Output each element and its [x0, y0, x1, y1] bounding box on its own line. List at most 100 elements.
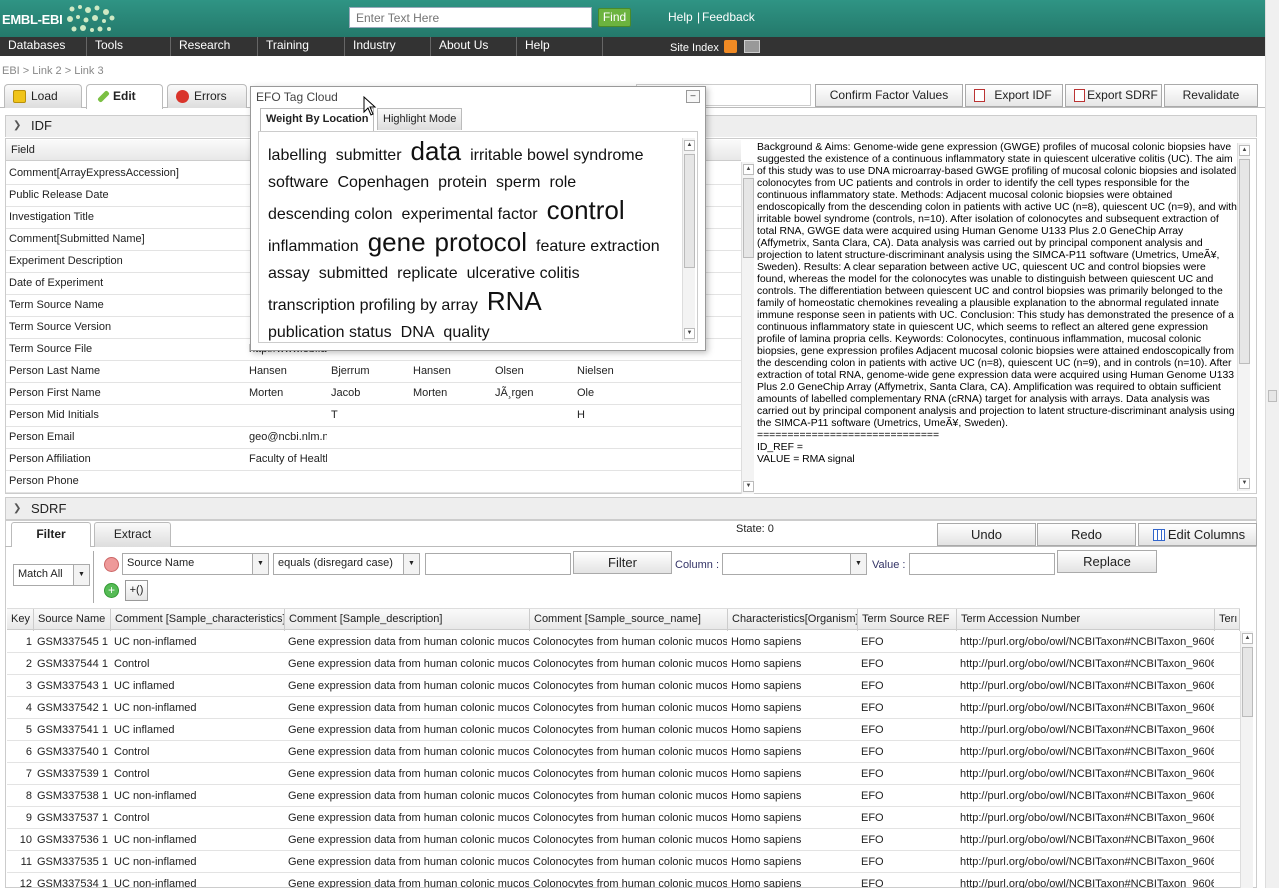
table-cell[interactable]: GSM337543 1 [37, 675, 110, 697]
scroll-up-arrow-icon[interactable]: ▲ [1239, 145, 1250, 156]
table-cell[interactable]: Colonocytes from human colonic mucosa [533, 675, 727, 697]
idf-cell[interactable]: Bjerrum [331, 361, 409, 382]
table-cell[interactable]: EFO [861, 785, 956, 807]
confirm-factor-values-button[interactable]: Confirm Factor Values [815, 84, 963, 107]
table-cell[interactable]: EFO [861, 719, 956, 741]
idf-cell[interactable]: Olsen [495, 361, 573, 382]
table-cell[interactable]: Homo sapiens [731, 697, 857, 719]
tab-extract[interactable]: Extract [94, 522, 171, 547]
idf-cell[interactable]: H [577, 405, 655, 426]
filter-button[interactable]: Filter [573, 551, 672, 574]
table-cell[interactable]: Homo sapiens [731, 653, 857, 675]
tag-item[interactable]: RNA [487, 288, 542, 314]
table-cell[interactable]: EFO [861, 741, 956, 763]
table-cell[interactable]: GSM337539 1 [37, 763, 110, 785]
tag-item[interactable]: Copenhagen [337, 170, 429, 196]
table-cell[interactable]: 6 [7, 741, 32, 763]
undo-button[interactable]: Undo [937, 523, 1036, 546]
chevron-down-icon[interactable]: ▼ [252, 554, 268, 574]
revalidate-button[interactable]: Revalidate [1164, 84, 1258, 107]
replace-column-select[interactable]: ▼ [722, 553, 867, 575]
table-cell[interactable]: Gene expression data from human colonic … [288, 829, 529, 851]
table-cell[interactable]: Colonocytes from human colonic mucosa [533, 873, 727, 888]
site-index-link[interactable]: Site Index [670, 42, 719, 54]
tag-item[interactable]: assay [268, 261, 310, 287]
column-header[interactable]: Term Accession Number [957, 609, 1215, 631]
scroll-down-arrow-icon[interactable]: ▼ [684, 328, 695, 339]
table-cell[interactable]: Homo sapiens [731, 763, 857, 785]
table-cell[interactable]: UC non-inflamed [114, 631, 284, 653]
help-link[interactable]: Help [668, 10, 693, 24]
table-cell[interactable]: Control [114, 653, 284, 675]
table-cell[interactable]: 8 [7, 785, 32, 807]
scroll-up-arrow-icon[interactable]: ▲ [684, 140, 695, 151]
idf-cell[interactable]: Faculty of Health [249, 449, 327, 470]
export-idf-button[interactable]: Export IDF [965, 84, 1063, 107]
feedback-link[interactable]: Feedback [702, 10, 755, 24]
match-mode-select[interactable]: Match All ▼ [13, 564, 90, 586]
sdrf-grid-scrollbar[interactable]: ▲ [1240, 631, 1253, 888]
table-cell[interactable]: EFO [861, 829, 956, 851]
tab-weight-by-location[interactable]: Weight By Location [260, 108, 375, 131]
table-cell[interactable]: UC inflamed [114, 719, 284, 741]
tag-item[interactable]: inflammation [268, 234, 359, 260]
table-cell[interactable]: EFO [861, 873, 956, 888]
table-cell[interactable]: http://purl.org/obo/owl/NCBITaxon#NCBITa… [960, 697, 1214, 719]
menu-research[interactable]: Research [171, 37, 258, 56]
tab-filter[interactable]: Filter [11, 522, 91, 547]
tag-item[interactable]: submitted [319, 261, 388, 287]
menu-help[interactable]: Help [517, 37, 603, 56]
table-cell[interactable]: Gene expression data from human colonic … [288, 807, 529, 829]
table-cell[interactable]: Gene expression data from human colonic … [288, 873, 529, 888]
table-cell[interactable]: Gene expression data from human colonic … [288, 675, 529, 697]
idf-cell[interactable]: Jacob [331, 383, 409, 404]
tag-item[interactable]: control [547, 197, 625, 223]
table-cell[interactable]: Gene expression data from human colonic … [288, 719, 529, 741]
table-row[interactable]: 10 GSM337536 1 UC non-inflamed Gene express… [7, 829, 1240, 851]
dialog-title[interactable]: EFO Tag Cloud [256, 90, 338, 104]
tag-item[interactable]: role [549, 170, 576, 196]
remove-filter-icon[interactable] [104, 557, 119, 572]
tab-edit[interactable]: Edit [86, 84, 163, 109]
scroll-up-arrow-icon[interactable]: ▲ [1242, 633, 1253, 644]
table-cell[interactable]: http://purl.org/obo/owl/NCBITaxon#NCBITa… [960, 719, 1214, 741]
table-row[interactable]: 3 GSM337543 1 UC inflamed Gene expression d… [7, 675, 1240, 697]
table-cell[interactable]: http://purl.org/obo/owl/NCBITaxon#NCBITa… [960, 763, 1214, 785]
table-cell[interactable]: Homo sapiens [731, 741, 857, 763]
table-cell[interactable]: http://purl.org/obo/owl/NCBITaxon#NCBITa… [960, 653, 1214, 675]
idf-table-scrollbar[interactable]: ▲ ▼ [741, 162, 754, 494]
add-group-button[interactable]: +() [125, 580, 148, 601]
idf-row[interactable]: Person First Name Morten Jacob Morten JÃ¸rge… [6, 383, 741, 405]
search-input[interactable] [349, 7, 592, 28]
export-sdrf-button[interactable]: Export SDRF [1065, 84, 1162, 107]
table-cell[interactable]: Gene expression data from human colonic … [288, 851, 529, 873]
table-cell[interactable]: http://purl.org/obo/owl/NCBITaxon#NCBITa… [960, 785, 1214, 807]
table-cell[interactable]: Homo sapiens [731, 807, 857, 829]
filter-column-select[interactable]: Source Name ▼ [122, 553, 269, 575]
tag-cloud-scrollbar[interactable]: ▲ ▼ [682, 138, 695, 341]
table-cell[interactable]: 7 [7, 763, 32, 785]
scroll-thumb[interactable] [1239, 159, 1250, 364]
column-header[interactable]: Term Source REF [858, 609, 957, 631]
table-cell[interactable]: 9 [7, 807, 32, 829]
menu-training[interactable]: Training [258, 37, 345, 56]
experiment-description-text[interactable]: Background & Aims: Genome-wide gene expr… [757, 142, 1237, 492]
page-scrollbar[interactable] [1265, 0, 1279, 888]
table-cell[interactable]: Colonocytes from human colonic mucosa [533, 719, 727, 741]
column-header[interactable]: Source Name [34, 609, 111, 631]
table-cell[interactable]: Gene expression data from human colonic … [288, 631, 529, 653]
tag-item[interactable]: software [268, 170, 328, 196]
idf-cell[interactable]: T [331, 405, 409, 426]
sdrf-section-header[interactable]: ❯ SDRF [5, 497, 1257, 520]
table-cell[interactable]: UC inflamed [114, 675, 284, 697]
table-cell[interactable]: Control [114, 763, 284, 785]
table-cell[interactable]: GSM337538 1 [37, 785, 110, 807]
table-cell[interactable]: http://purl.org/obo/owl/NCBITaxon#NCBITa… [960, 631, 1214, 653]
chevron-down-icon[interactable]: ▼ [403, 554, 419, 574]
table-cell[interactable]: Control [114, 741, 284, 763]
column-header[interactable]: Key [7, 609, 34, 631]
table-cell[interactable]: GSM337534 1 [37, 873, 110, 888]
print-icon[interactable] [744, 40, 760, 53]
table-cell[interactable]: Homo sapiens [731, 631, 857, 653]
table-cell[interactable]: Homo sapiens [731, 675, 857, 697]
